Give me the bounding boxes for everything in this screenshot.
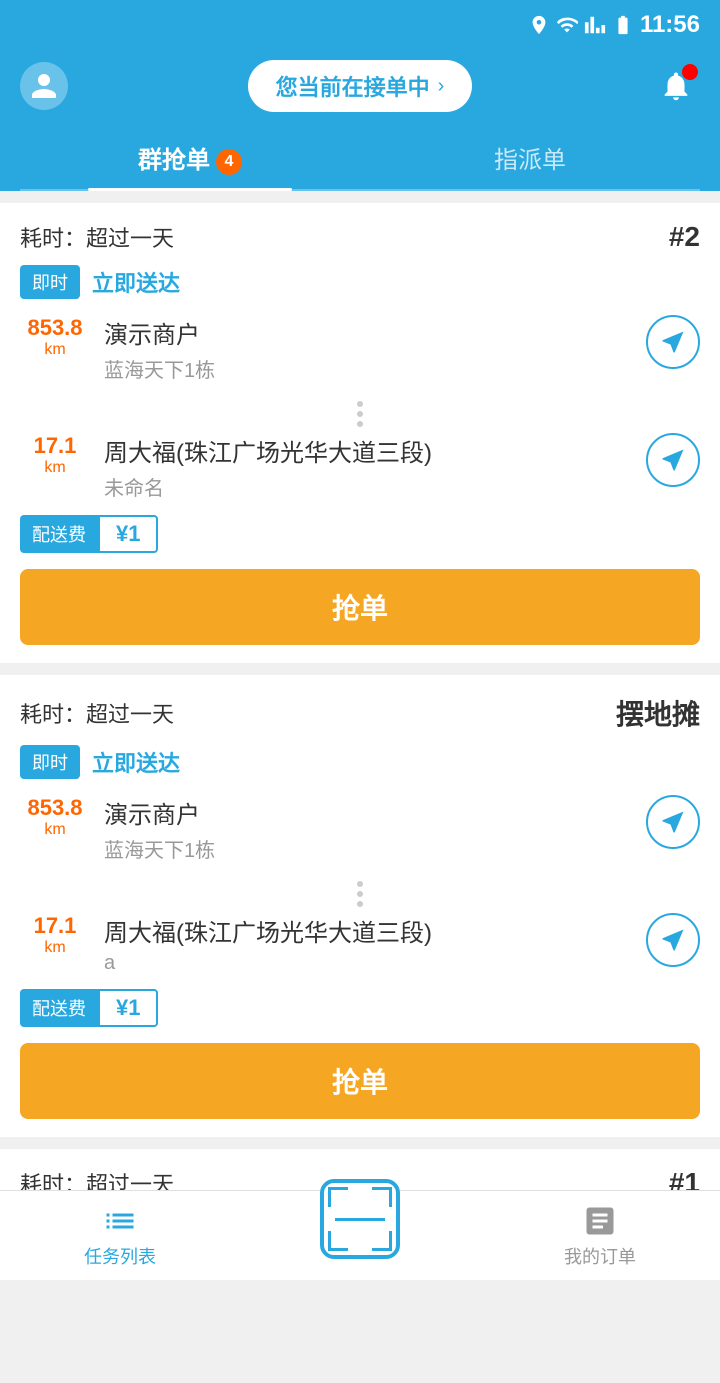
signal-icon bbox=[584, 14, 606, 36]
dest-row-2: 17.1 km 周大福(珠江广场光华大道三段) a bbox=[20, 913, 700, 975]
delivery-type-2: 立即送达 bbox=[92, 746, 180, 778]
dest-dist-num-2: 17.1 bbox=[20, 913, 90, 939]
dest-info-2: 周大福(珠江广场光华大道三段) a bbox=[104, 913, 632, 975]
card-time-label-1: 耗时：超过一天 bbox=[20, 221, 174, 253]
dest-info-1: 周大福(珠江广场光华大道三段) 未命名 bbox=[104, 433, 632, 501]
origin-row-1: 853.8 km 演示商户 蓝海天下1栋 bbox=[20, 315, 700, 383]
order-card-2: 耗时：超过一天 摆地摊 即时 立即送达 853.8 km 演示商户 蓝海天下1栋 bbox=[0, 675, 720, 1137]
order-card-1: 耗时：超过一天 #2 即时 立即送达 853.8 km 演示商户 蓝海天下1栋 bbox=[0, 203, 720, 663]
route-dots-1 bbox=[20, 395, 700, 433]
origin-name-2: 演示商户 bbox=[104, 795, 632, 830]
card-time-label-2: 耗时：超过一天 bbox=[20, 697, 174, 729]
origin-info-2: 演示商户 蓝海天下1栋 bbox=[104, 795, 632, 863]
notification-badge bbox=[682, 64, 698, 80]
battery-icon bbox=[612, 14, 634, 36]
dest-dist-unit-1: km bbox=[20, 459, 90, 477]
card-header-2: 耗时：超过一天 摆地摊 bbox=[20, 693, 700, 733]
origin-dist-unit-1: km bbox=[20, 341, 90, 359]
dest-row-1: 17.1 km 周大福(珠江广场光华大道三段) 未命名 bbox=[20, 433, 700, 501]
origin-nav-btn-2[interactable] bbox=[646, 795, 700, 849]
location-icon bbox=[528, 14, 550, 36]
fee-amount-2: ¥1 bbox=[98, 989, 158, 1027]
dest-address-2: a bbox=[104, 952, 632, 975]
avatar[interactable] bbox=[20, 62, 68, 110]
header-top: 您当前在接单中 › bbox=[20, 60, 700, 112]
dest-dist-1: 17.1 km bbox=[20, 433, 90, 477]
chevron-right-icon: › bbox=[438, 75, 445, 98]
tab-badge: 4 bbox=[216, 149, 242, 175]
navigate-icon-dest-1 bbox=[659, 446, 687, 474]
instant-tag-2: 即时 bbox=[20, 745, 80, 779]
dest-dist-unit-2: km bbox=[20, 939, 90, 957]
status-pill[interactable]: 您当前在接单中 › bbox=[248, 60, 473, 112]
origin-info-1: 演示商户 蓝海天下1栋 bbox=[104, 315, 632, 383]
notification-bell[interactable] bbox=[652, 62, 700, 110]
status-bar: 11:56 bbox=[0, 0, 720, 50]
navigate-icon-dest-2 bbox=[659, 926, 687, 954]
delivery-type-1: 立即送达 bbox=[92, 266, 180, 298]
card-header-1: 耗时：超过一天 #2 bbox=[20, 221, 700, 253]
origin-address-2: 蓝海天下1栋 bbox=[104, 834, 632, 863]
grab-btn-2[interactable]: 抢单 bbox=[20, 1043, 700, 1119]
dest-name-1: 周大福(珠江广场光华大道三段) bbox=[104, 433, 632, 468]
dest-name-2: 周大福(珠江广场光华大道三段) bbox=[104, 913, 632, 948]
status-time: 11:56 bbox=[640, 11, 700, 39]
grab-btn-1[interactable]: 抢单 bbox=[20, 569, 700, 645]
fee-row-2: 配送费 ¥1 bbox=[20, 989, 700, 1027]
dest-dist-2: 17.1 km bbox=[20, 913, 90, 957]
wifi-icon bbox=[556, 14, 578, 36]
origin-dist-1: 853.8 km bbox=[20, 315, 90, 359]
card-tag-row-2: 即时 立即送达 bbox=[20, 745, 700, 779]
card-id-2: 摆地摊 bbox=[616, 693, 700, 733]
header: 您当前在接单中 › 群抢单4 指派单 bbox=[0, 50, 720, 191]
my-orders-label: 我的订单 bbox=[564, 1243, 636, 1269]
navigate-icon-origin-2 bbox=[659, 808, 687, 836]
bottom-nav: 任务列表 我的订单 bbox=[0, 1190, 720, 1280]
fee-amount-1: ¥1 bbox=[98, 515, 158, 553]
fee-label-1: 配送费 bbox=[20, 515, 98, 553]
tabs: 群抢单4 指派单 bbox=[20, 126, 700, 191]
origin-dist-num-2: 853.8 bbox=[20, 795, 90, 821]
task-list-icon bbox=[102, 1203, 138, 1239]
scanner-icon bbox=[320, 1179, 400, 1259]
origin-name-1: 演示商户 bbox=[104, 315, 632, 350]
status-pill-text: 您当前在接单中 bbox=[276, 70, 430, 102]
origin-row-2: 853.8 km 演示商户 蓝海天下1栋 bbox=[20, 795, 700, 863]
dest-nav-btn-2[interactable] bbox=[646, 913, 700, 967]
nav-item-orders[interactable]: 我的订单 bbox=[480, 1191, 720, 1280]
origin-dist-2: 853.8 km bbox=[20, 795, 90, 839]
user-icon bbox=[29, 71, 59, 101]
status-icons: 11:56 bbox=[528, 11, 700, 39]
route-dots-2 bbox=[20, 875, 700, 913]
dest-nav-btn-1[interactable] bbox=[646, 433, 700, 487]
card-id-1: #2 bbox=[669, 221, 700, 253]
card-tag-row-1: 即时 立即送达 bbox=[20, 265, 700, 299]
origin-nav-btn-1[interactable] bbox=[646, 315, 700, 369]
scanner-line bbox=[335, 1218, 385, 1221]
tab-group-grab[interactable]: 群抢单4 bbox=[20, 126, 360, 189]
navigate-icon bbox=[659, 328, 687, 356]
task-list-label: 任务列表 bbox=[84, 1243, 156, 1269]
origin-dist-unit-2: km bbox=[20, 821, 90, 839]
fee-row-1: 配送费 ¥1 bbox=[20, 515, 700, 553]
my-orders-icon bbox=[582, 1203, 618, 1239]
origin-address-1: 蓝海天下1栋 bbox=[104, 354, 632, 383]
origin-dist-num-1: 853.8 bbox=[20, 315, 90, 341]
tab-assigned[interactable]: 指派单 bbox=[360, 126, 700, 189]
nav-item-scanner[interactable] bbox=[240, 1191, 480, 1280]
nav-item-task-list[interactable]: 任务列表 bbox=[0, 1191, 240, 1280]
dest-address-1: 未命名 bbox=[104, 472, 632, 501]
dest-dist-num-1: 17.1 bbox=[20, 433, 90, 459]
instant-tag-1: 即时 bbox=[20, 265, 80, 299]
fee-label-2: 配送费 bbox=[20, 989, 98, 1027]
